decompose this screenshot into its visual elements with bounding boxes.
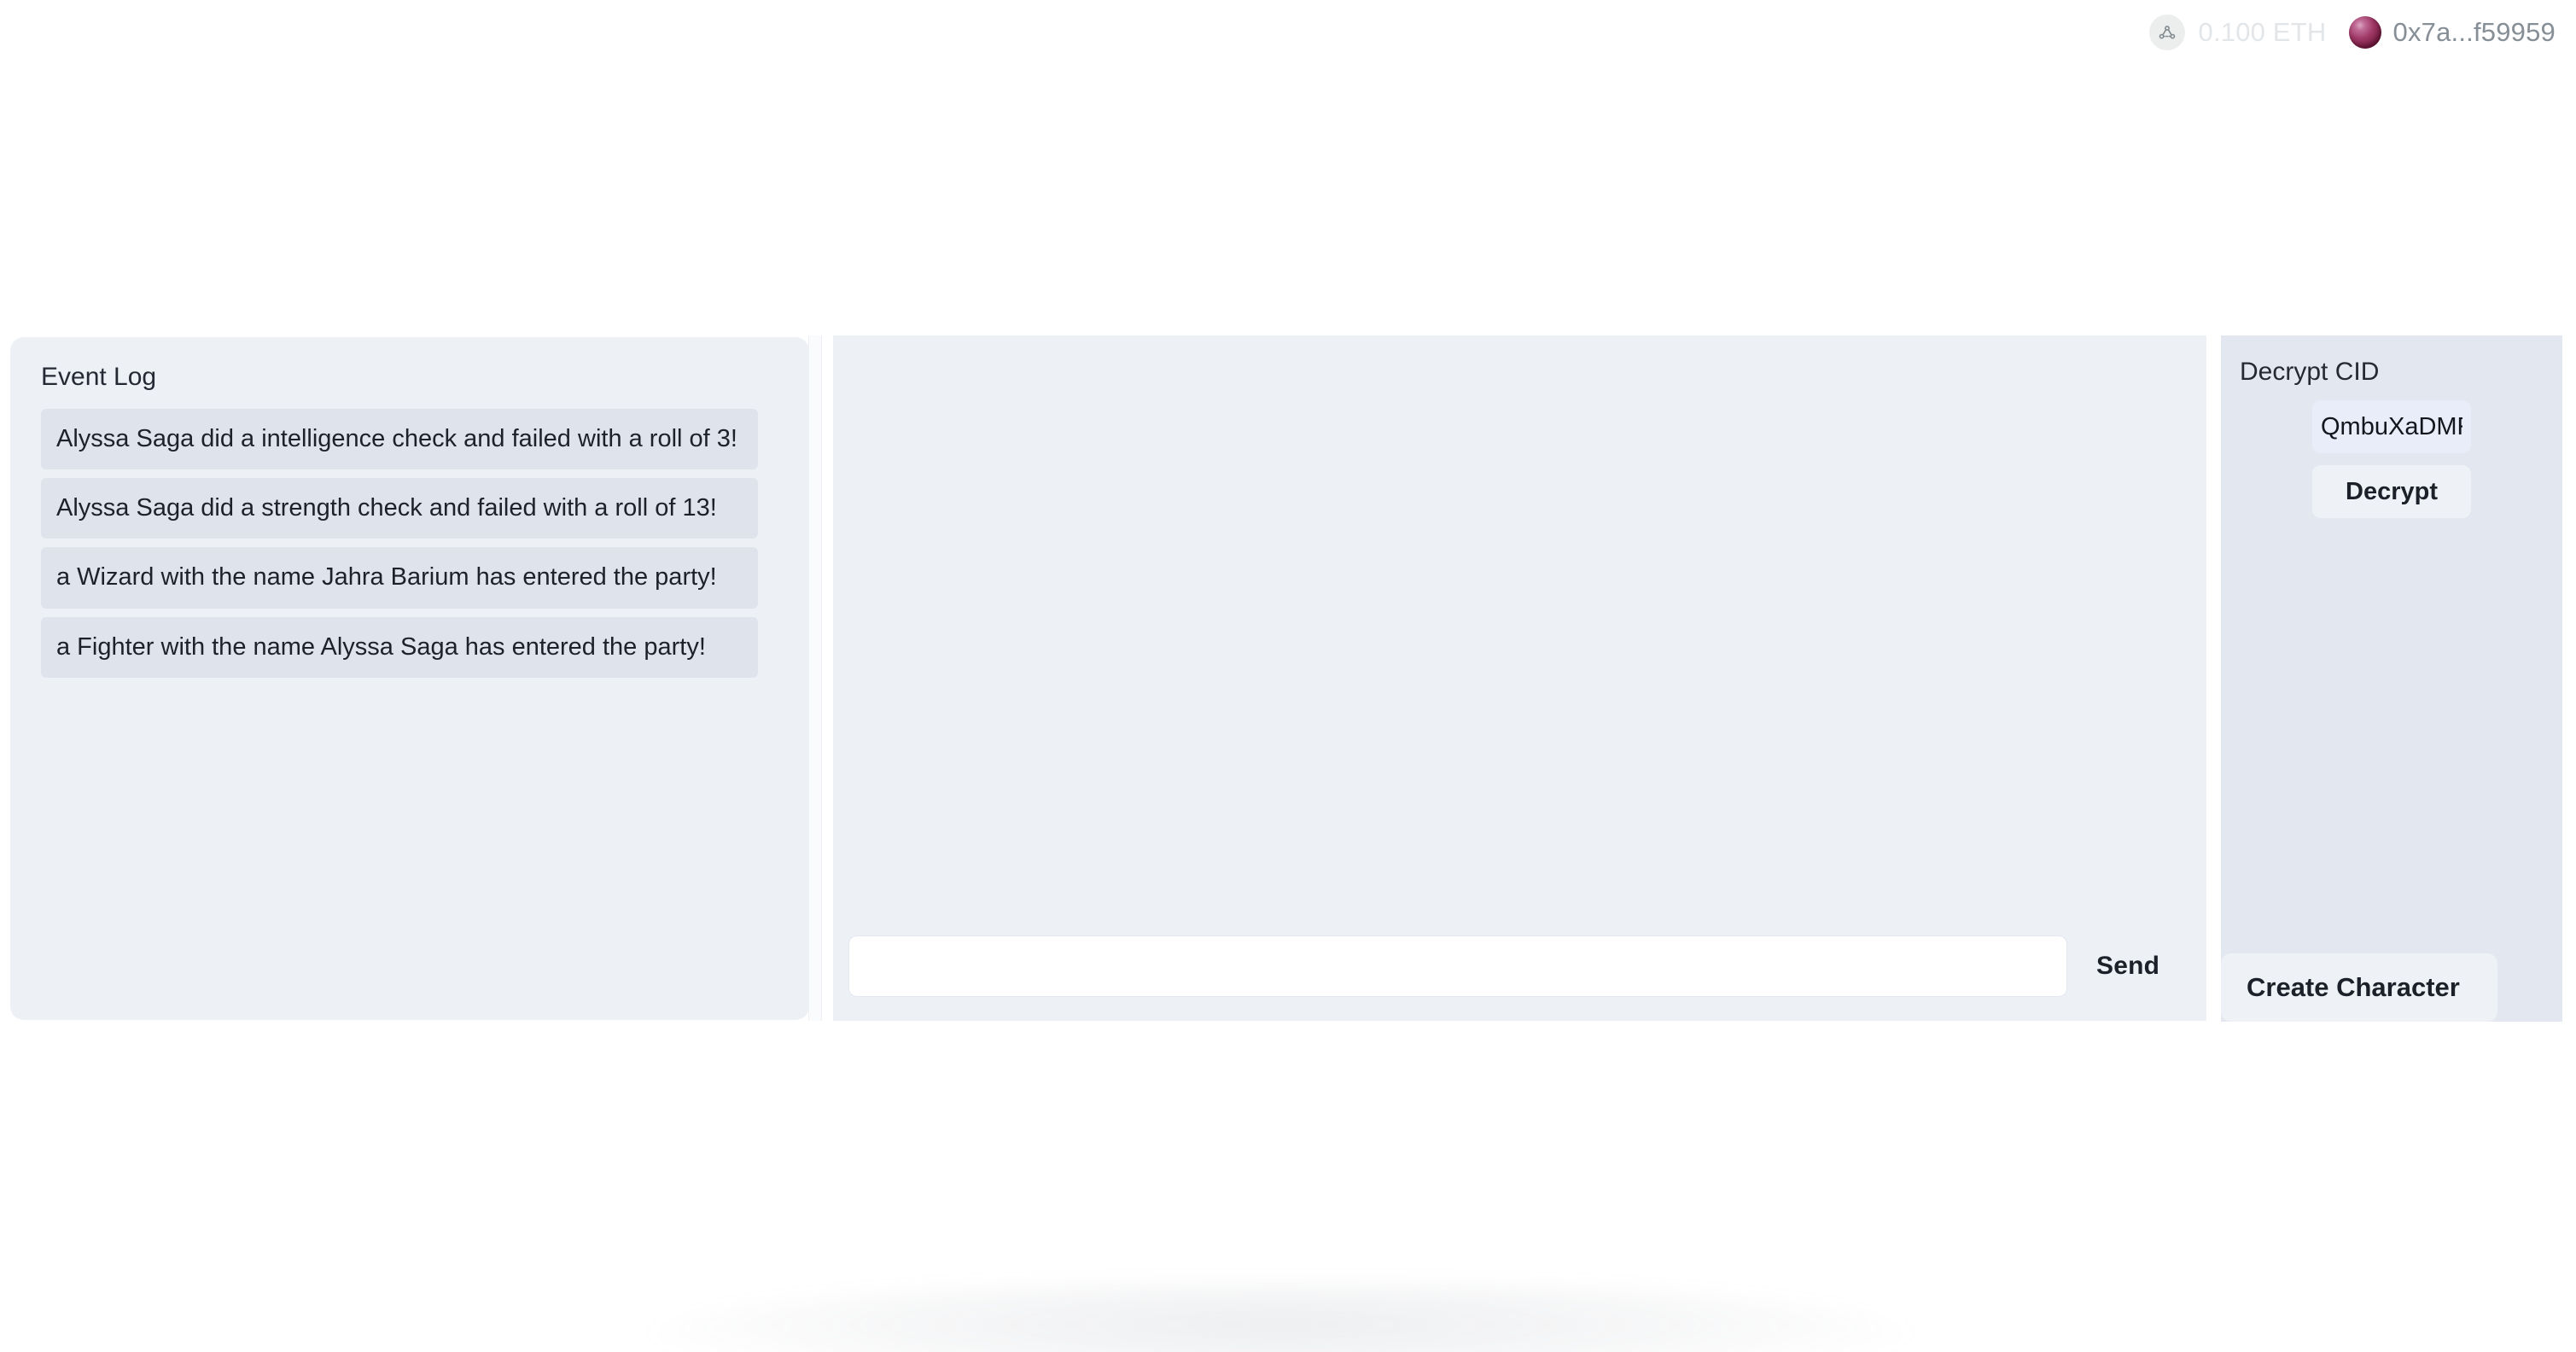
- create-character-button[interactable]: Create Character: [2221, 953, 2497, 1022]
- chat-input-row: Send: [833, 935, 2206, 997]
- chat-message-list: [833, 335, 2206, 935]
- chat-panel: Send: [833, 335, 2206, 1021]
- account-avatar-sphere-icon: [2348, 16, 2381, 49]
- event-log-panel: Event Log Alyssa Saga did a intelligence…: [10, 337, 809, 1020]
- send-button[interactable]: Send: [2067, 941, 2188, 991]
- decrypt-cid-section: Decrypt CID Decrypt: [2221, 335, 2562, 518]
- wallet-balance-group[interactable]: 0.100 ETH: [2148, 15, 2327, 50]
- bottom-glow-decoration: [649, 1284, 1912, 1352]
- event-log-list: Alyssa Saga did a intelligence check and…: [41, 409, 778, 678]
- event-log-item: a Fighter with the name Alyssa Saga has …: [41, 616, 758, 678]
- event-log-scrollbar[interactable]: [808, 335, 822, 1021]
- wallet-bar: 0.100 ETH 0x7a...f59959: [2148, 0, 2576, 65]
- cid-input[interactable]: [2312, 400, 2471, 453]
- right-sidebar-panel: Decrypt CID Decrypt Create Character: [2221, 335, 2562, 1022]
- wallet-account-group[interactable]: 0x7a...f59959: [2348, 16, 2556, 49]
- decrypt-button[interactable]: Decrypt: [2312, 465, 2471, 518]
- event-log-item: a Wizard with the name Jahra Barium has …: [41, 547, 758, 609]
- app-root: 0.100 ETH 0x7a...f59959 Event Log Alyssa…: [0, 0, 2576, 1352]
- event-log-item: Alyssa Saga did a strength check and fai…: [41, 478, 758, 539]
- wallet-balance-label: 0.100 ETH: [2198, 17, 2327, 47]
- chat-message-input[interactable]: [848, 935, 2067, 997]
- decrypt-cid-title: Decrypt CID: [2240, 358, 2380, 386]
- event-log-title: Event Log: [41, 363, 157, 391]
- wallet-address-label: 0x7a...f59959: [2392, 17, 2556, 47]
- network-nodes-icon: [2148, 15, 2185, 50]
- event-log-item: Alyssa Saga did a intelligence check and…: [41, 409, 758, 470]
